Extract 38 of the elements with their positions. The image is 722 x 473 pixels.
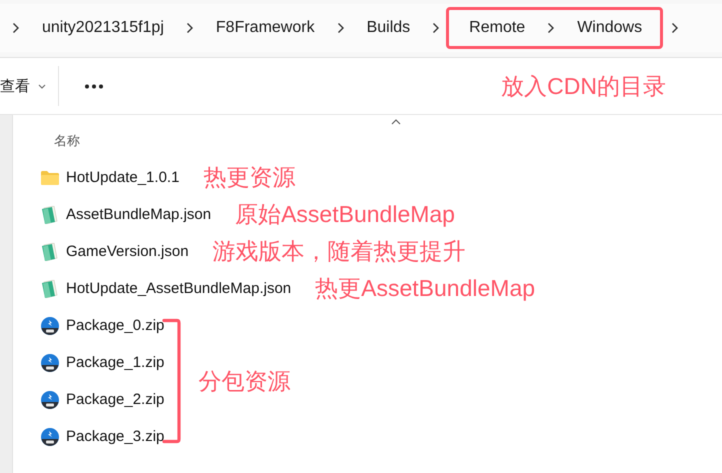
document-icon — [42, 242, 58, 260]
breadcrumb-item[interactable]: Remote — [467, 19, 528, 37]
sort-icon[interactable] — [391, 119, 401, 125]
caret-icon — [38, 84, 46, 88]
chevron-icon — [671, 22, 680, 34]
annotation: 热更AssetBundleMap — [315, 274, 536, 303]
annotation: 游戏版本，随着热更提升 — [212, 237, 466, 266]
archive-icon — [41, 390, 59, 408]
chevron-icon — [12, 22, 20, 34]
breadcrumb-item[interactable]: Builds — [364, 19, 412, 37]
annotation: 热更资源 — [203, 163, 296, 192]
breadcrumb-item[interactable]: Windows — [575, 19, 644, 37]
annotation: 放入CDN的目录 — [501, 72, 666, 100]
chevron-icon — [186, 22, 194, 34]
file-item[interactable]: HotUpdate_AssetBundleMap.json — [41, 274, 294, 304]
chevron-icon — [336, 22, 345, 34]
view-button[interactable]: 查看 — [0, 76, 58, 96]
archive-icon — [41, 354, 59, 372]
file-item[interactable]: GameVersion.json — [41, 236, 191, 266]
chevron-icon — [432, 22, 440, 34]
chevron-icon — [547, 22, 556, 34]
column-header[interactable]: 名称 — [54, 132, 80, 153]
file-item[interactable]: HotUpdate_1.0.1 — [41, 162, 182, 192]
breadcrumb-item[interactable]: F8Framework — [214, 19, 317, 37]
file-item[interactable]: AssetBundleMap.json — [41, 200, 214, 230]
annotation: 分包资源 — [198, 366, 290, 396]
more-icon — [84, 84, 104, 88]
document-icon — [42, 280, 58, 298]
archive-icon — [41, 428, 59, 446]
breadcrumb-item[interactable]: unity2021315f1pj — [40, 19, 166, 37]
file-item[interactable]: Package_1.zip — [41, 348, 166, 378]
file-item[interactable]: Package_2.zip — [41, 384, 166, 414]
archive-icon — [41, 316, 59, 334]
file-item[interactable]: Package_0.zip — [41, 310, 166, 340]
document-icon — [42, 206, 58, 224]
folder-icon — [41, 170, 59, 184]
annotation: 原始AssetBundleMap — [235, 200, 455, 229]
file-item[interactable]: Package_3.zip — [41, 422, 166, 452]
